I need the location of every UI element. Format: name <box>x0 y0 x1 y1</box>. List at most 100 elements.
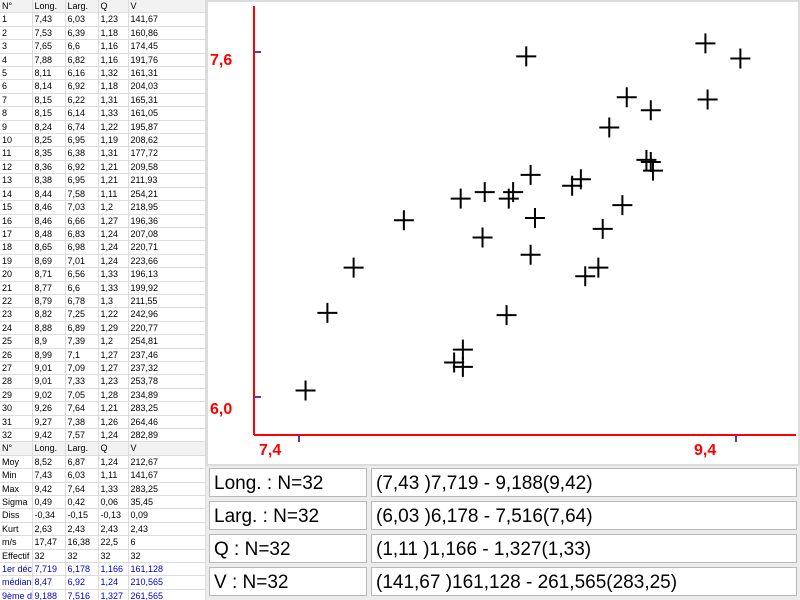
grid-cell[interactable]: 218,95 <box>128 200 206 215</box>
grid-cell[interactable]: 1,24 <box>98 455 129 470</box>
grid-cell[interactable]: 9,01 <box>32 374 66 389</box>
grid-cell[interactable]: 220,77 <box>128 321 206 336</box>
grid-cell[interactable]: 8,52 <box>32 455 66 470</box>
grid-cell[interactable]: Min <box>0 468 33 483</box>
grid-cell[interactable]: 1,31 <box>98 146 129 161</box>
grid-cell[interactable]: 7,719 <box>32 562 66 577</box>
grid-cell[interactable]: Long. <box>32 441 66 456</box>
grid-cell[interactable]: 254,81 <box>128 334 206 349</box>
grid-cell[interactable]: 8,9 <box>32 334 66 349</box>
grid-cell[interactable]: 220,71 <box>128 240 206 255</box>
grid-cell[interactable]: 21 <box>0 281 33 295</box>
grid-cell[interactable]: 19 <box>0 254 33 269</box>
grid-cell[interactable]: 1,166 <box>98 562 129 577</box>
grid-cell[interactable]: 1,21 <box>98 173 129 188</box>
grid-cell[interactable]: 8,46 <box>32 200 66 215</box>
grid-cell[interactable]: 4 <box>0 53 33 68</box>
grid-cell[interactable]: 28 <box>0 374 33 389</box>
grid-cell[interactable]: 283,25 <box>128 482 206 497</box>
grid-cell[interactable]: 165,31 <box>128 93 206 108</box>
grid-cell[interactable]: Diss <box>0 508 33 523</box>
grid-cell[interactable]: 8,99 <box>32 348 66 362</box>
grid-cell[interactable]: Larg. <box>65 441 99 456</box>
grid-cell[interactable]: 1,27 <box>98 361 129 376</box>
grid-cell[interactable]: 1,3 <box>98 294 129 309</box>
grid-cell[interactable]: 1,24 <box>98 240 129 255</box>
grid-cell[interactable]: 1,33 <box>98 106 129 121</box>
data-grid[interactable]: N° Long. Larg. Q V 1 7,43 6,03 1,23 141,67 2 7,53 6,… <box>0 0 206 600</box>
grid-cell[interactable]: 7,05 <box>65 388 99 403</box>
grid-cell[interactable]: 8,77 <box>32 281 66 295</box>
grid-cell[interactable]: 1,33 <box>98 267 129 282</box>
grid-cell[interactable]: 6,95 <box>65 133 99 148</box>
grid-cell[interactable]: Q <box>98 441 129 456</box>
grid-cell[interactable]: 13 <box>0 173 33 188</box>
grid-cell[interactable]: 264,46 <box>128 415 206 430</box>
grid-cell[interactable]: 16,38 <box>65 535 99 550</box>
grid-cell[interactable]: 1,27 <box>98 214 129 228</box>
grid-cell[interactable]: 6,03 <box>65 468 99 483</box>
grid-cell[interactable]: 1,29 <box>98 321 129 336</box>
grid-cell[interactable]: 7,53 <box>32 26 66 41</box>
grid-cell[interactable]: 6,178 <box>65 562 99 577</box>
grid-cell[interactable]: V <box>128 441 206 456</box>
grid-cell[interactable]: 1,23 <box>98 374 129 389</box>
grid-cell[interactable]: N° <box>0 0 33 14</box>
grid-cell[interactable]: 6,87 <box>65 455 99 470</box>
grid-cell[interactable]: 24 <box>0 321 33 336</box>
grid-cell[interactable]: 15 <box>0 200 33 215</box>
grid-cell[interactable]: 6,82 <box>65 53 99 68</box>
grid-cell[interactable]: 177,72 <box>128 146 206 161</box>
grid-cell[interactable]: 8,36 <box>32 160 66 175</box>
grid-cell[interactable]: 1,27 <box>98 348 129 362</box>
grid-cell[interactable]: 161,05 <box>128 106 206 121</box>
grid-cell[interactable]: 6,03 <box>65 12 99 27</box>
grid-cell[interactable]: 1,2 <box>98 334 129 349</box>
grid-cell[interactable]: Sigma <box>0 495 33 510</box>
grid-cell[interactable]: 6,83 <box>65 227 99 242</box>
grid-cell[interactable]: 5 <box>0 66 33 81</box>
grid-cell[interactable]: 7,43 <box>32 468 66 483</box>
grid-cell[interactable]: 1,16 <box>98 53 129 68</box>
grid-cell[interactable]: 2,43 <box>98 522 129 537</box>
grid-cell[interactable]: 9,42 <box>32 428 66 443</box>
grid-cell[interactable]: 1,24 <box>98 227 129 242</box>
grid-cell[interactable]: 25 <box>0 334 33 349</box>
grid-cell[interactable]: 8,38 <box>32 173 66 188</box>
grid-cell[interactable]: 1,2 <box>98 200 129 215</box>
grid-cell[interactable]: 9,42 <box>32 482 66 497</box>
grid-cell[interactable]: 30 <box>0 401 33 416</box>
grid-cell[interactable]: Kurt <box>0 522 33 537</box>
grid-cell[interactable]: 26 <box>0 348 33 362</box>
grid-cell[interactable]: 17,47 <box>32 535 66 550</box>
grid-cell[interactable]: 8,65 <box>32 240 66 255</box>
grid-cell[interactable]: Max <box>0 482 33 497</box>
grid-cell[interactable]: 161,31 <box>128 66 206 81</box>
grid-cell[interactable]: 196,13 <box>128 267 206 282</box>
grid-cell[interactable]: 0,42 <box>65 495 99 510</box>
grid-cell[interactable]: 1,18 <box>98 79 129 94</box>
grid-cell[interactable]: 9,188 <box>32 589 66 600</box>
grid-cell[interactable]: 31 <box>0 415 33 430</box>
grid-cell[interactable]: 6,56 <box>65 267 99 282</box>
grid-cell[interactable]: 12 <box>0 160 33 175</box>
scatter-plot-area[interactable]: 7,6 6,0 7,4 9,4 <box>208 2 798 464</box>
grid-cell[interactable]: 1,28 <box>98 388 129 403</box>
grid-cell[interactable]: 8,11 <box>32 66 66 81</box>
grid-cell[interactable]: 6,14 <box>65 106 99 121</box>
grid-cell[interactable]: 8,15 <box>32 106 66 121</box>
grid-cell[interactable]: -0,13 <box>98 508 129 523</box>
grid-cell[interactable]: 141,67 <box>128 12 206 27</box>
grid-cell[interactable]: 1,33 <box>98 482 129 497</box>
grid-cell[interactable]: 9,01 <box>32 361 66 376</box>
grid-cell[interactable]: 0,49 <box>32 495 66 510</box>
grid-cell[interactable]: Effectif = <box>0 549 33 564</box>
grid-cell[interactable]: 18 <box>0 240 33 255</box>
grid-cell[interactable]: 2 <box>0 26 33 41</box>
grid-cell[interactable]: 1,23 <box>98 12 129 27</box>
grid-cell[interactable]: 10 <box>0 133 33 148</box>
grid-cell[interactable]: 211,55 <box>128 294 206 309</box>
grid-cell[interactable]: 2,63 <box>32 522 66 537</box>
grid-cell[interactable]: 212,67 <box>128 455 206 470</box>
grid-cell[interactable]: 6,89 <box>65 321 99 336</box>
